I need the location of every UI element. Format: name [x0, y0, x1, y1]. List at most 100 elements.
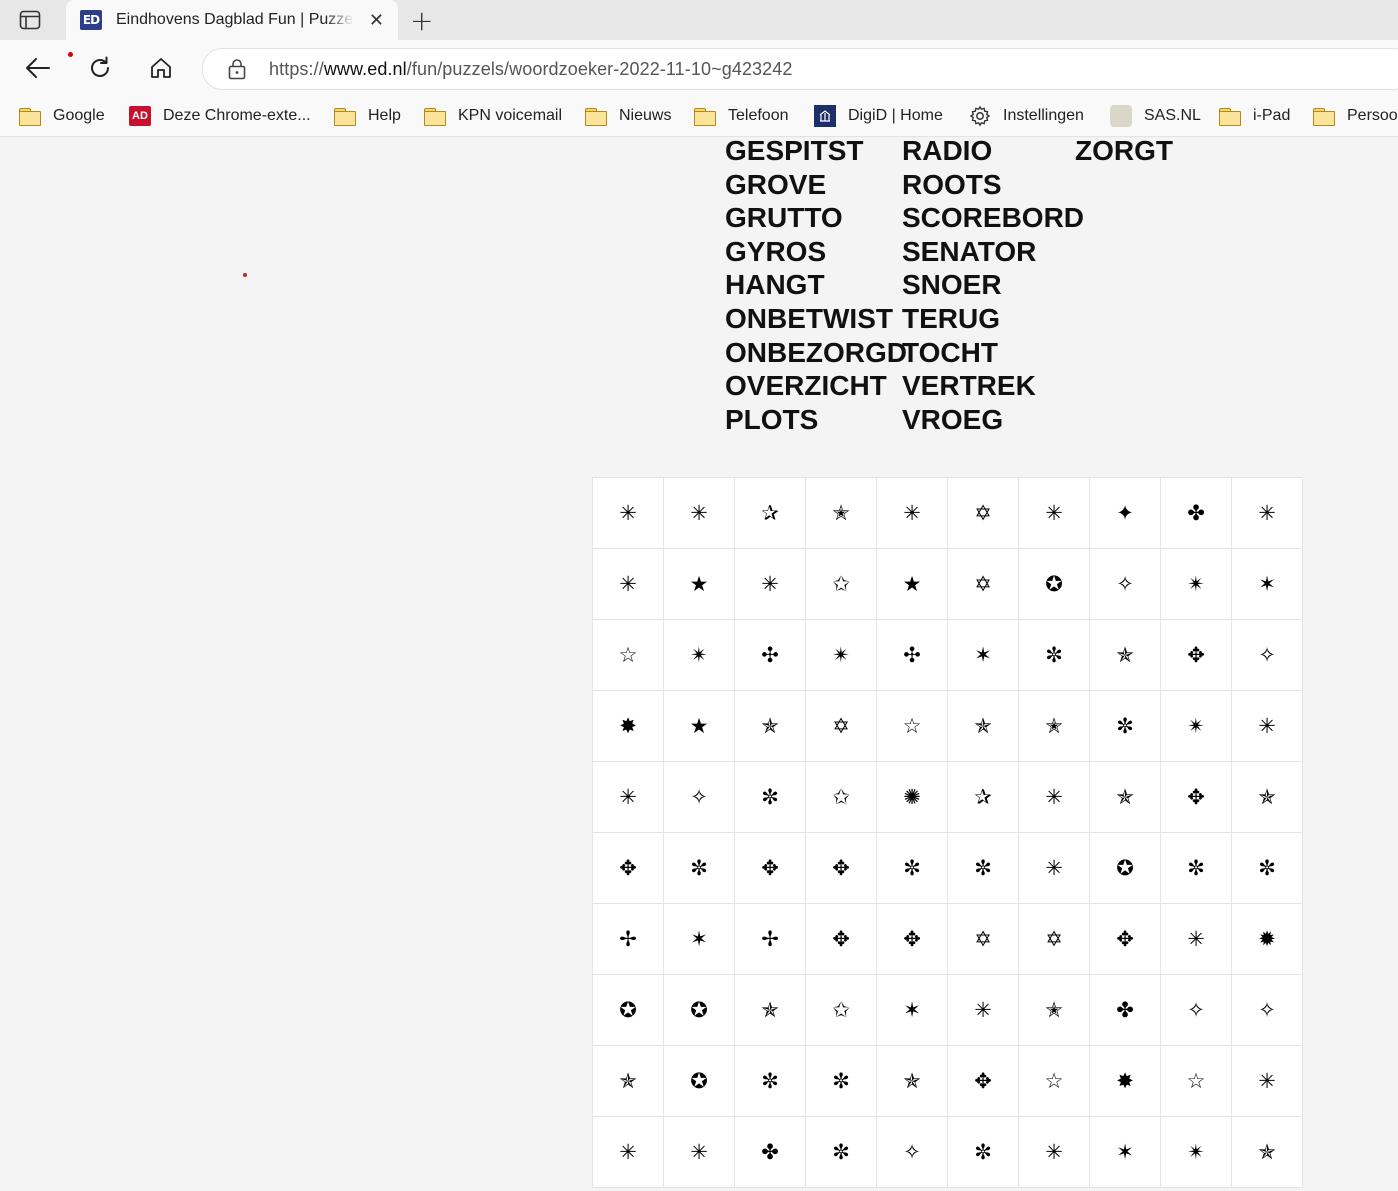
grid-cell[interactable]: ✴ — [664, 620, 735, 691]
grid-cell[interactable]: ✧ — [877, 1117, 948, 1188]
grid-cell[interactable]: ✧ — [1090, 549, 1161, 620]
grid-cell[interactable]: ✥ — [1161, 620, 1232, 691]
grid-cell[interactable]: ✳ — [664, 1117, 735, 1188]
grid-cell[interactable]: ✥ — [806, 904, 877, 975]
grid-cell[interactable]: ✶ — [1090, 1117, 1161, 1188]
grid-cell[interactable]: ✴ — [806, 620, 877, 691]
grid-cell[interactable]: ✢ — [735, 904, 806, 975]
grid-cell[interactable]: ✧ — [1232, 975, 1303, 1046]
grid-cell[interactable]: ✯ — [877, 1046, 948, 1117]
grid-cell[interactable]: ✤ — [735, 1117, 806, 1188]
bookmark-kpn-voicemail[interactable]: KPN voicemail — [424, 106, 562, 126]
grid-cell[interactable]: ★ — [664, 691, 735, 762]
grid-cell[interactable]: ✼ — [948, 833, 1019, 904]
lock-icon[interactable] — [227, 58, 247, 80]
grid-cell[interactable]: ✼ — [735, 1046, 806, 1117]
grid-cell[interactable]: ✼ — [806, 1046, 877, 1117]
bookmark-i-pad[interactable]: i-Pad — [1219, 106, 1290, 126]
grid-cell[interactable]: ✦ — [1090, 478, 1161, 549]
bookmark-google[interactable]: Google — [19, 106, 105, 126]
grid-cell[interactable]: ☆ — [593, 620, 664, 691]
grid-cell[interactable]: ✤ — [1090, 975, 1161, 1046]
grid-cell[interactable]: ✥ — [593, 833, 664, 904]
grid-cell[interactable]: ✥ — [735, 833, 806, 904]
grid-cell[interactable]: ✳ — [1019, 1117, 1090, 1188]
grid-cell[interactable]: ✳ — [593, 1117, 664, 1188]
grid-cell[interactable]: ✳ — [735, 549, 806, 620]
grid-cell[interactable]: ✳ — [1232, 691, 1303, 762]
grid-cell[interactable]: ☆ — [1019, 1046, 1090, 1117]
grid-cell[interactable]: ✳ — [1019, 478, 1090, 549]
active-tab[interactable]: ED Eindhovens Dagblad Fun | Puzzels ✕ — [66, 0, 398, 40]
bookmark-nieuws[interactable]: Nieuws — [585, 106, 671, 126]
grid-cell[interactable]: ✯ — [735, 691, 806, 762]
grid-cell[interactable]: ✳ — [877, 478, 948, 549]
grid-cell[interactable]: ✥ — [877, 904, 948, 975]
grid-cell[interactable]: ✴ — [1161, 691, 1232, 762]
grid-cell[interactable]: ✯ — [1232, 762, 1303, 833]
grid-cell[interactable]: ☆ — [1161, 1046, 1232, 1117]
grid-cell[interactable]: ✳ — [1019, 762, 1090, 833]
grid-cell[interactable]: ✴ — [1161, 549, 1232, 620]
grid-cell[interactable]: ✤ — [1161, 478, 1232, 549]
grid-cell[interactable]: ✶ — [664, 904, 735, 975]
grid-cell[interactable]: ✡ — [806, 691, 877, 762]
grid-cell[interactable]: ✡ — [948, 549, 1019, 620]
grid-cell[interactable]: ✪ — [664, 1046, 735, 1117]
grid-cell[interactable]: ✯ — [1232, 1117, 1303, 1188]
grid-cell[interactable]: ✥ — [1161, 762, 1232, 833]
bookmark-chrome-extension[interactable]: AD Deze Chrome-exte... — [129, 106, 311, 126]
grid-cell[interactable]: ✣ — [735, 620, 806, 691]
grid-cell[interactable]: ✴ — [1161, 1117, 1232, 1188]
grid-cell[interactable]: ✧ — [1232, 620, 1303, 691]
grid-cell[interactable]: ✳ — [1161, 904, 1232, 975]
grid-cell[interactable]: ✸ — [593, 691, 664, 762]
grid-cell[interactable]: ✼ — [948, 1117, 1019, 1188]
grid-cell[interactable]: ✹ — [1232, 904, 1303, 975]
grid-cell[interactable]: ✳ — [593, 478, 664, 549]
reload-button[interactable] — [84, 52, 116, 84]
grid-cell[interactable]: ✩ — [806, 762, 877, 833]
grid-cell[interactable]: ✼ — [1161, 833, 1232, 904]
bookmark-help[interactable]: Help — [334, 106, 401, 126]
back-button[interactable] — [22, 52, 54, 84]
grid-cell[interactable]: ✳ — [1019, 833, 1090, 904]
grid-cell[interactable]: ✣ — [877, 620, 948, 691]
grid-cell[interactable]: ✼ — [1090, 691, 1161, 762]
grid-cell[interactable]: ✶ — [948, 620, 1019, 691]
grid-cell[interactable]: ✯ — [593, 1046, 664, 1117]
grid-cell[interactable]: ✭ — [1019, 691, 1090, 762]
grid-cell[interactable]: ✪ — [664, 975, 735, 1046]
grid-cell[interactable]: ✰ — [735, 478, 806, 549]
bookmark-sas-nl[interactable]: SAS.NL — [1110, 105, 1201, 127]
grid-cell[interactable]: ✪ — [1090, 833, 1161, 904]
new-tab-button[interactable]: + — [410, 4, 433, 37]
grid-cell[interactable]: ✼ — [1019, 620, 1090, 691]
grid-cell[interactable]: ✧ — [1161, 975, 1232, 1046]
grid-cell[interactable]: ☆ — [877, 691, 948, 762]
grid-cell[interactable]: ✼ — [664, 833, 735, 904]
grid-cell[interactable]: ✡ — [1019, 904, 1090, 975]
grid-cell[interactable]: ✼ — [1232, 833, 1303, 904]
bookmark-instellingen[interactable]: Instellingen — [969, 106, 1084, 126]
bookmark-telefoon[interactable]: Telefoon — [694, 106, 789, 126]
grid-cell[interactable]: ✭ — [806, 478, 877, 549]
grid-cell[interactable]: ✯ — [735, 975, 806, 1046]
grid-cell[interactable]: ✡ — [948, 904, 1019, 975]
grid-cell[interactable]: ✪ — [593, 975, 664, 1046]
grid-cell[interactable]: ✪ — [1019, 549, 1090, 620]
grid-cell[interactable]: ✼ — [806, 1117, 877, 1188]
grid-cell[interactable]: ✥ — [806, 833, 877, 904]
home-button[interactable] — [145, 52, 177, 84]
grid-cell[interactable]: ★ — [877, 549, 948, 620]
tab-actions-button[interactable] — [16, 8, 44, 32]
grid-cell[interactable]: ✥ — [1090, 904, 1161, 975]
bookmark-digid[interactable]: DigiD | Home — [814, 105, 943, 127]
grid-cell[interactable]: ✳ — [593, 549, 664, 620]
bookmark-persoonlijk[interactable]: Persoonlijk — [1313, 106, 1398, 126]
grid-cell[interactable]: ✺ — [877, 762, 948, 833]
grid-cell[interactable]: ✳ — [1232, 1046, 1303, 1117]
grid-cell[interactable]: ✩ — [806, 975, 877, 1046]
grid-cell[interactable]: ✶ — [877, 975, 948, 1046]
grid-cell[interactable]: ✧ — [664, 762, 735, 833]
